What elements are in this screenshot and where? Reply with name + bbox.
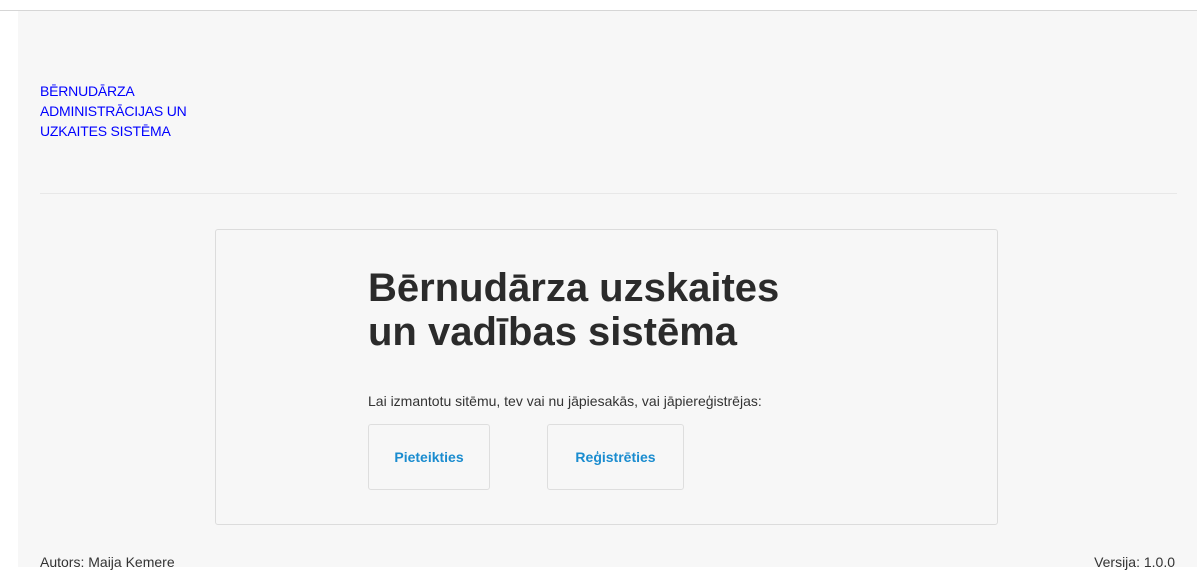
brand-line-1: BĒRNUDĀRZA	[40, 83, 135, 99]
author-text: Autors: Maija Kemere	[40, 554, 175, 570]
brand-line-2: ADMINISTRĀCIJAS UN	[40, 103, 187, 119]
version-text: Versija: 1.0.0	[1094, 554, 1175, 570]
top-border	[0, 0, 1197, 11]
intro-text: Lai izmantotu sitēmu, tev vai nu jāpiesa…	[368, 393, 762, 409]
welcome-card: Bērnudārza uzskaites un vadības sistēma …	[215, 229, 998, 525]
register-button[interactable]: Reģistrēties	[547, 424, 684, 490]
login-button-label: Pieteikties	[394, 449, 464, 465]
title-line-2: un vadības sistēma	[368, 310, 738, 354]
title-line-1: Bērnudārza uzskaites	[368, 266, 780, 310]
page-container: BĒRNUDĀRZA ADMINISTRĀCIJAS UN UZKAITES S…	[18, 11, 1197, 570]
login-button[interactable]: Pieteikties	[368, 424, 490, 490]
brand-line-3: UZKAITES SISTĒMA	[40, 123, 171, 139]
register-button-label: Reģistrēties	[575, 449, 656, 465]
brand-link[interactable]: BĒRNUDĀRZA ADMINISTRĀCIJAS UN UZKAITES S…	[40, 81, 230, 141]
page-title: Bērnudārza uzskaites un vadības sistēma	[368, 266, 888, 354]
header-divider	[40, 193, 1177, 194]
